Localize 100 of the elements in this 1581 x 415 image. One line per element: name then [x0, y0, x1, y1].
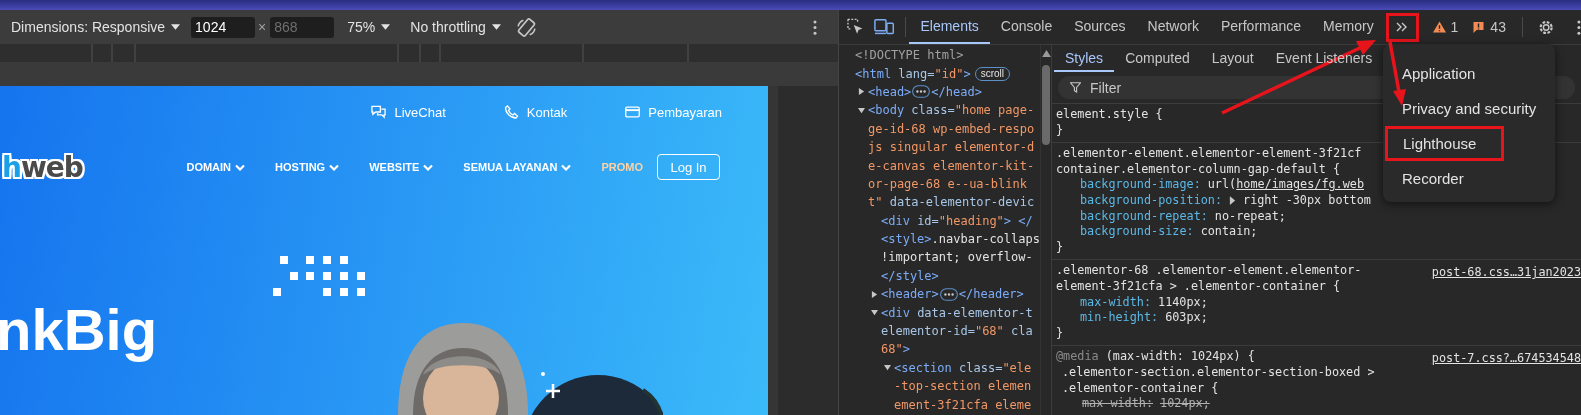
attribute-name: class=: [910, 103, 955, 118]
closing-brace: }: [1056, 325, 1065, 342]
html-tag: </head>: [931, 84, 982, 99]
collapse-arrow-icon[interactable]: [871, 309, 878, 317]
html-tag: </header>: [958, 287, 1024, 302]
card-icon: [625, 105, 641, 119]
phone-icon: [503, 105, 519, 119]
closing-brace: }: [1056, 239, 1065, 256]
property-value: 1024px;: [1160, 396, 1210, 412]
property-name[interactable]: background-image:: [1080, 177, 1201, 193]
caret-icon: [491, 24, 501, 30]
property-name[interactable]: background-repeat:: [1080, 208, 1208, 225]
double-chevron-icon: [1396, 22, 1409, 32]
property-name[interactable]: max-width:: [1080, 294, 1152, 311]
scrollbar-thumb[interactable]: [1042, 65, 1050, 145]
nav-link[interactable]: DOMAIN: [186, 161, 232, 173]
ellipsis-icon[interactable]: [912, 85, 931, 99]
warning-icon[interactable]: [1432, 21, 1446, 33]
attribute-name: lang=: [897, 66, 935, 81]
html-tag: > </: [1003, 213, 1033, 228]
property-value: 1140px;: [1158, 294, 1208, 311]
menu-item[interactable]: Recorder: [1383, 161, 1555, 196]
attribute-value: "home page-: [954, 103, 1035, 118]
ellipsis-icon[interactable]: [939, 287, 958, 301]
scroll-up-icon[interactable]: [1042, 50, 1051, 57]
inspect-icon[interactable]: [847, 18, 865, 36]
html-tag: <div: [881, 213, 910, 228]
attribute-value: "id": [934, 66, 964, 81]
property-value: no-repeat;: [1214, 208, 1286, 225]
attribute-name: data-elementor-devic: [888, 195, 1035, 210]
attribute-name: cla: [1010, 324, 1033, 339]
expand-arrow-icon[interactable]: [858, 88, 865, 96]
panel-tab[interactable]: Sources: [1063, 10, 1137, 44]
warning-count[interactable]: 1: [1450, 19, 1459, 35]
width-field[interactable]: 1024: [191, 16, 256, 38]
attribute-value: e-canvas elementor-kit-: [868, 158, 1035, 173]
css-selector: element.style {: [1056, 107, 1163, 123]
html-tag: <div: [881, 305, 910, 320]
issue-icon[interactable]: [1472, 21, 1486, 33]
css-selector: container.elementor-column-gap-default {: [1056, 161, 1342, 178]
property-name[interactable]: max-width:: [1082, 396, 1154, 412]
url-link[interactable]: home/images/fg.web: [1236, 177, 1364, 193]
attribute-name: class=: [958, 360, 1003, 375]
attribute-value: "heading": [938, 213, 1004, 228]
panel-tab[interactable]: Network: [1136, 10, 1210, 44]
media-query: @media (max-width: 1024px) {: [1056, 349, 1256, 365]
attribute-value: js singular elementor-d: [868, 140, 1035, 155]
attribute-value: or-page-68 e--ua-blink: [868, 176, 1027, 191]
styles-tab[interactable]: Styles: [1054, 45, 1115, 72]
collapse-arrow-icon[interactable]: [884, 364, 891, 372]
css-selector: .elementor-section.elementor-section-boxed >: [1061, 364, 1375, 381]
source-link[interactable]: post-7.css?…674534548: [1431, 351, 1581, 397]
more-options-icon[interactable]: [813, 19, 817, 35]
collapse-arrow-icon[interactable]: [858, 106, 865, 114]
property-value: contain;: [1200, 224, 1258, 240]
chat-icon: [371, 105, 387, 119]
attribute-value: 68": [881, 342, 903, 357]
menu-item[interactable]: Lighthouse: [1385, 126, 1505, 161]
expand-arrow-icon[interactable]: [871, 290, 878, 298]
html-tag: >: [963, 66, 971, 81]
property-name[interactable]: min-height:: [1080, 310, 1159, 326]
height-field[interactable]: 868: [270, 16, 335, 38]
throttling-dropdown[interactable]: No throttling: [407, 17, 504, 37]
css-selector: .elementor-element.elementor-element-3f21cf: [1056, 146, 1362, 162]
text-content: .navbar-collaps: [931, 232, 1040, 247]
source-link[interactable]: post-68.css…31jan2023: [1431, 265, 1581, 295]
property-name[interactable]: background-position:: [1080, 192, 1223, 209]
attribute-value: "68": [974, 324, 1004, 339]
attribute-value: ement-3f21cfa eleme: [894, 397, 1032, 412]
css-selector: element-3f21cfa > .elementor-container {: [1056, 278, 1342, 295]
styles-tab[interactable]: Layout: [1200, 45, 1265, 72]
attribute-name: data-elementor-t: [916, 305, 1033, 320]
device-toggle-icon[interactable]: [874, 18, 895, 36]
caret-icon: [171, 24, 181, 30]
more-options-icon[interactable]: [1577, 19, 1581, 35]
panel-tab[interactable]: Console: [989, 10, 1064, 44]
expand-icon[interactable]: [1229, 196, 1237, 206]
property-value: right -30px bottom: [1243, 192, 1371, 209]
panel-tab[interactable]: Performance: [1209, 10, 1313, 44]
rotate-icon[interactable]: [515, 16, 537, 38]
attribute-value: -top-section elemen: [894, 379, 1032, 394]
caret-icon: [381, 24, 391, 30]
css-selector: .elementor-68 .elementor-element.elementor-: [1056, 263, 1362, 279]
property-name[interactable]: background-size:: [1080, 224, 1194, 240]
text-content: !important; overflow-: [881, 250, 1033, 265]
panel-tab[interactable]: Elements: [909, 10, 990, 44]
attribute-value: t": [868, 195, 883, 210]
closing-brace: }: [1056, 122, 1065, 139]
property-value: url(: [1207, 177, 1237, 193]
panel-tab[interactable]: Memory: [1312, 10, 1385, 44]
html-tag: <section: [894, 360, 952, 375]
filter-icon: [1070, 82, 1081, 93]
more-tabs-button[interactable]: [1385, 12, 1419, 42]
dimensions-dropdown[interactable]: Dimensions: Responsive: [8, 17, 184, 37]
styles-tab[interactable]: Computed: [1114, 45, 1201, 72]
zoom-dropdown[interactable]: 75%: [344, 17, 394, 37]
times-sign: ×: [258, 19, 267, 35]
issue-count[interactable]: 43: [1490, 19, 1506, 35]
html-tag: </style>: [881, 268, 939, 283]
attribute-value: ge-id-68 wp-embed-respo: [868, 121, 1035, 136]
